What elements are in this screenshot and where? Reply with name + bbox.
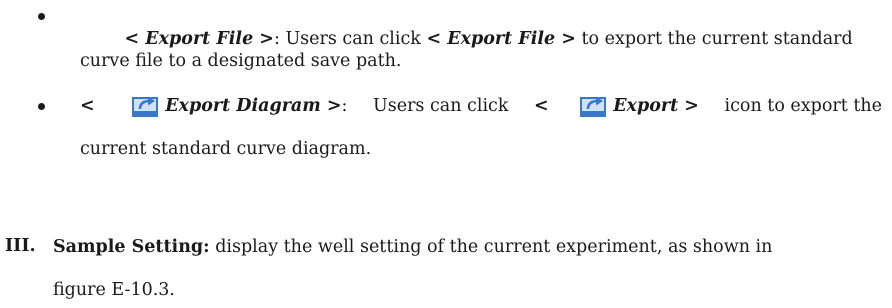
- open-bracket: <: [80, 96, 95, 116]
- body-text: figure E-10.3.: [53, 280, 175, 300]
- section-line-2: figure E-10.3.: [53, 279, 882, 301]
- bullet-export-diagram-line-2: current standard curve diagram.: [80, 138, 882, 160]
- bullet-icon: [38, 13, 45, 20]
- bullet-export-file-line-2: curve file to a designated save path.: [80, 50, 882, 72]
- export-icon: [132, 96, 159, 117]
- section-title: Sample Setting:: [53, 237, 210, 257]
- export-icon: [580, 96, 607, 117]
- body-text: Users can click: [279, 29, 427, 49]
- inline-open-bracket: <: [534, 96, 549, 116]
- section-numeral: III.: [5, 236, 36, 256]
- export-inline-label: Export >: [613, 96, 699, 116]
- body-text: Users can click: [372, 96, 509, 116]
- bullet-export-diagram-line-1: < Export Diagram >: Users can click < Ex…: [80, 91, 882, 121]
- section-line-1: Sample Setting: display the well setting…: [53, 236, 882, 258]
- body-text: display the well setting of the current …: [209, 237, 773, 257]
- bullet-icon: [38, 103, 45, 110]
- export-file-inline-label: < Export File >: [426, 29, 576, 49]
- body-text: to export the current standard: [575, 29, 853, 49]
- export-file-label: < Export File >: [124, 29, 274, 49]
- body-text: icon to export the: [724, 96, 882, 116]
- body-text: curve file to a designated save path.: [80, 51, 402, 71]
- export-diagram-label: Export Diagram >: [165, 96, 342, 116]
- colon: :: [341, 96, 348, 116]
- body-text: current standard curve diagram.: [80, 139, 372, 159]
- document-page: < Export File >: Users can click < Expor…: [0, 0, 892, 308]
